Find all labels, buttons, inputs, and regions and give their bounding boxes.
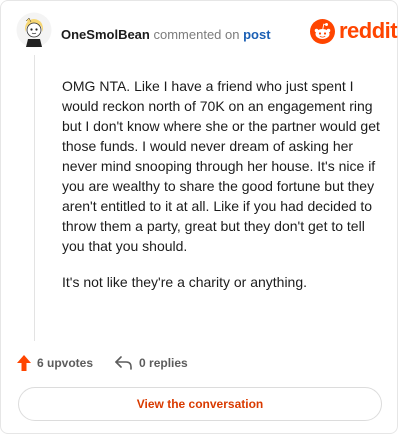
thread-line (34, 55, 35, 341)
replies-count: 0 replies (139, 356, 188, 370)
snoo-avatar-icon (16, 12, 52, 48)
reddit-logo[interactable]: reddit (310, 17, 398, 44)
upvotes-count: 6 upvotes (37, 356, 94, 370)
avatar[interactable] (16, 12, 52, 48)
view-conversation-label: View the conversation (136, 397, 264, 411)
post-link[interactable]: post (243, 27, 270, 42)
upvote-arrow-icon (17, 355, 31, 371)
commented-on-text: commented on (153, 27, 240, 42)
view-conversation-button[interactable]: View the conversation (18, 387, 382, 421)
comment-body: OMG NTA. Like I have a friend who just s… (62, 76, 384, 308)
comment-stats: 6 upvotes 0 replies (17, 355, 188, 371)
comment-header: OneSmolBean commented on post (61, 27, 271, 42)
upvotes-stat[interactable]: 6 upvotes (17, 355, 93, 371)
comment-paragraph: OMG NTA. Like I have a friend who just s… (62, 78, 380, 254)
reply-arrow-icon (115, 356, 132, 370)
reddit-snoo-icon (310, 19, 335, 44)
username[interactable]: OneSmolBean (61, 27, 150, 42)
comment-card: OneSmolBean commented on post reddit OMG… (0, 0, 398, 434)
replies-stat[interactable]: 0 replies (115, 356, 188, 370)
reddit-wordmark: reddit (339, 17, 398, 43)
comment-paragraph: It's not like they're a charity or anyth… (62, 274, 308, 290)
